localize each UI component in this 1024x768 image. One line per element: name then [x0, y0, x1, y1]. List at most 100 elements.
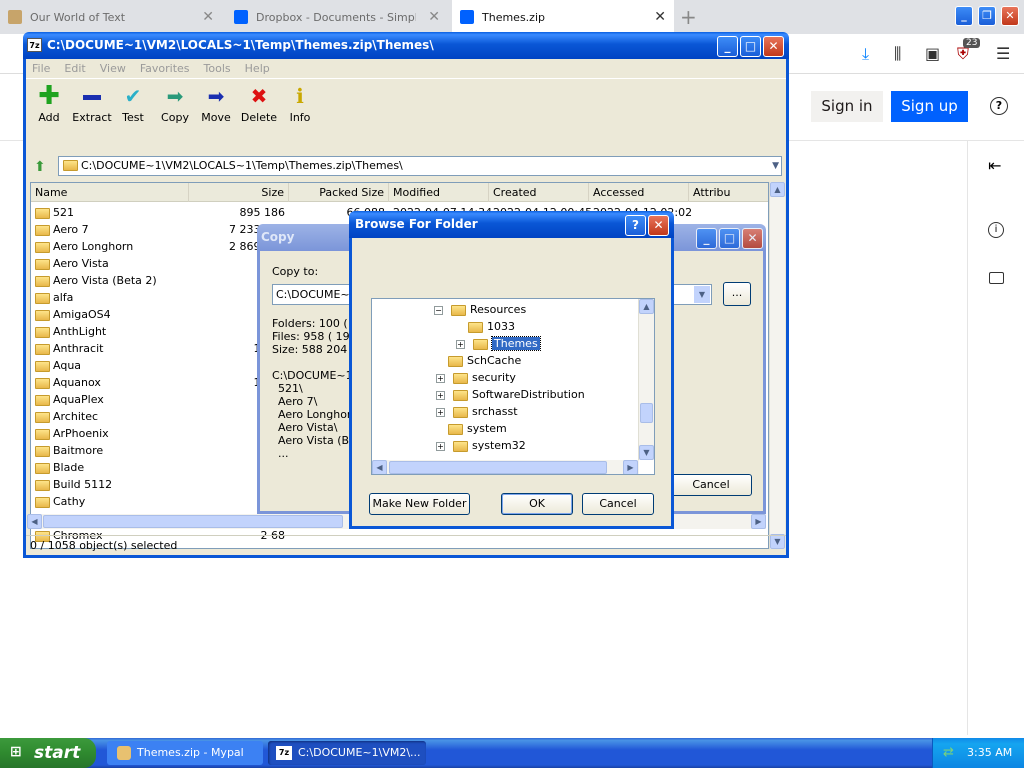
sign-in-button[interactable]: Sign in: [811, 91, 883, 122]
expand-icon[interactable]: +: [436, 373, 445, 383]
close-tab-icon[interactable]: ✕: [202, 9, 214, 25]
copy-button[interactable]: ➡ Copy: [155, 85, 195, 124]
sidebar-icon[interactable]: ▣: [925, 44, 940, 63]
tree-item[interactable]: − Resources: [434, 301, 526, 318]
scroll-left-arrow[interactable]: ◀: [27, 514, 42, 529]
tree-item[interactable]: + SoftwareDistribution: [436, 386, 585, 403]
ok-button[interactable]: OK: [501, 493, 573, 515]
scroll-down-arrow[interactable]: ▼: [639, 445, 654, 460]
browser-tab[interactable]: Our World of Text ✕: [0, 0, 222, 34]
scroll-thumb[interactable]: [640, 403, 653, 423]
scroll-up-arrow[interactable]: ▲: [639, 299, 654, 314]
browser-tab-active[interactable]: Themes.zip ✕: [452, 0, 674, 34]
menu-tools[interactable]: Tools: [204, 62, 231, 75]
tree-item[interactable]: 1033: [468, 318, 515, 335]
question-icon[interactable]: ?: [990, 97, 1008, 115]
extract-button[interactable]: Extract: [72, 85, 112, 124]
column-packed-size[interactable]: Packed Size: [289, 183, 389, 202]
tree-item[interactable]: system: [448, 420, 507, 437]
tree-item[interactable]: SchCache: [448, 352, 521, 369]
path-input[interactable]: C:\DOCUME~1\VM2\LOCALS~1\Temp\Themes.zip…: [58, 156, 782, 176]
collapse-icon[interactable]: −: [434, 305, 443, 315]
sign-up-button[interactable]: Sign up: [891, 91, 968, 122]
chevron-down-icon[interactable]: ▼: [694, 286, 710, 303]
column-modified[interactable]: Modified: [389, 183, 489, 202]
taskbar-item-active[interactable]: 7z C:\DOCUME~1\VM2\...: [268, 741, 426, 765]
make-new-folder-button[interactable]: Make New Folder: [369, 493, 470, 515]
taskbar-item[interactable]: Themes.zip - Mypal: [107, 741, 263, 765]
file-name: Aero 7: [53, 223, 89, 236]
hamburger-icon[interactable]: ☰: [996, 44, 1010, 63]
tree-item[interactable]: + Themes: [456, 335, 541, 352]
scroll-up-arrow[interactable]: ▲: [770, 182, 785, 197]
browser-tab[interactable]: Dropbox - Documents - Simplify your life…: [226, 0, 448, 34]
info-icon[interactable]: i: [988, 222, 1004, 238]
test-button[interactable]: ✔ Test: [113, 85, 153, 124]
tree-horizontal-scrollbar[interactable]: ◀ ▶: [372, 460, 639, 474]
cancel-button[interactable]: Cancel: [670, 474, 752, 496]
menu-view[interactable]: View: [100, 62, 126, 75]
menu-favorites[interactable]: Favorites: [140, 62, 190, 75]
vertical-scrollbar[interactable]: ▲ ▼: [769, 182, 785, 549]
add-button[interactable]: ✚ Add: [29, 83, 69, 124]
collapse-icon[interactable]: ⇤: [988, 156, 1001, 175]
tree-item[interactable]: + system32: [436, 437, 526, 454]
menu-file[interactable]: File: [32, 62, 50, 75]
clock[interactable]: 3:35 AM: [967, 738, 1012, 768]
menu-edit[interactable]: Edit: [64, 62, 85, 75]
chevron-down-icon[interactable]: ▼: [772, 157, 779, 175]
browser-tab-bar: Our World of Text ✕ Dropbox - Documents …: [0, 0, 1024, 34]
expand-icon[interactable]: +: [436, 407, 445, 417]
help-button[interactable]: ?: [625, 215, 646, 236]
tree-vertical-scrollbar[interactable]: ▲ ▼: [638, 299, 654, 460]
column-attributes[interactable]: Attribu: [689, 183, 768, 202]
tree-item[interactable]: + security: [436, 369, 516, 386]
restore-browser-button[interactable]: ❐: [978, 6, 996, 26]
info-button[interactable]: ℹ Info: [280, 85, 320, 124]
new-tab-button[interactable]: +: [680, 5, 697, 29]
column-created[interactable]: Created: [489, 183, 589, 202]
column-accessed[interactable]: Accessed: [589, 183, 689, 202]
cancel-button[interactable]: Cancel: [582, 493, 654, 515]
scroll-left-arrow[interactable]: ◀: [372, 460, 387, 474]
maximize-button[interactable]: □: [719, 228, 740, 249]
comment-icon[interactable]: [989, 272, 1004, 284]
arrow-right-icon: ➡: [207, 84, 225, 108]
expand-icon[interactable]: +: [436, 441, 445, 451]
move-button[interactable]: ➡ Move: [196, 85, 236, 124]
close-button[interactable]: ✕: [763, 36, 784, 57]
scroll-right-arrow[interactable]: ▶: [751, 514, 766, 529]
expand-icon[interactable]: +: [456, 339, 465, 349]
scroll-thumb[interactable]: [43, 515, 343, 528]
column-name[interactable]: Name: [31, 183, 189, 202]
minimize-button[interactable]: _: [696, 228, 717, 249]
browse-button[interactable]: ...: [723, 282, 751, 306]
expand-icon[interactable]: +: [436, 390, 445, 400]
close-button[interactable]: ✕: [648, 215, 669, 236]
start-button[interactable]: ⊞ start: [0, 738, 96, 768]
minimize-button[interactable]: _: [717, 36, 738, 57]
close-tab-icon[interactable]: ✕: [654, 9, 666, 25]
close-tab-icon[interactable]: ✕: [428, 9, 440, 25]
download-icon[interactable]: ⤓: [862, 44, 869, 64]
close-browser-button[interactable]: ✕: [1001, 6, 1019, 26]
minus-icon: [72, 85, 112, 107]
folder-tree[interactable]: − Resources 1033 + Themes SchCache + security + S…: [371, 298, 655, 475]
browse-dialog-titlebar[interactable]: Browse For Folder ? ✕: [349, 211, 674, 238]
column-size[interactable]: Size: [189, 183, 289, 202]
start-label: start: [34, 743, 81, 763]
network-icon[interactable]: ⇄: [943, 745, 959, 761]
scroll-thumb[interactable]: [389, 461, 607, 474]
copy-item-list: C:\DOCUME~1\ 521\ Aero 7\ Aero Longhorn …: [272, 369, 360, 460]
up-folder-icon[interactable]: ⬆: [34, 159, 46, 175]
folder-icon: [35, 394, 50, 406]
maximize-button[interactable]: □: [740, 36, 761, 57]
tree-item[interactable]: + srchasst: [436, 403, 518, 420]
library-icon[interactable]: ⫼: [894, 44, 901, 64]
menu-help[interactable]: Help: [245, 62, 270, 75]
sevenzip-titlebar[interactable]: 7z C:\DOCUME~1\VM2\LOCALS~1\Temp\Themes.…: [23, 32, 789, 59]
close-button[interactable]: ✕: [742, 228, 763, 249]
delete-button[interactable]: ✖ Delete: [239, 85, 279, 124]
minimize-browser-button[interactable]: _: [955, 6, 973, 26]
scroll-right-arrow[interactable]: ▶: [623, 460, 638, 474]
